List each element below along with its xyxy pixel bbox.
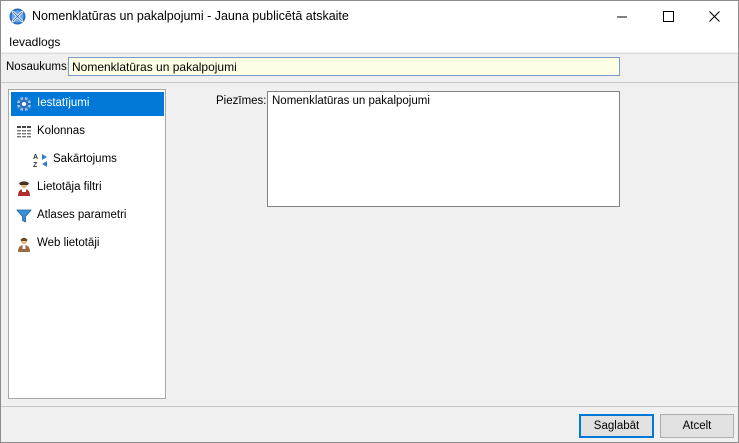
- name-input[interactable]: [68, 57, 620, 76]
- nav-item-kolonnas[interactable]: Kolonnas: [11, 120, 164, 144]
- nav-label: Atlases parametri: [37, 209, 127, 221]
- close-button[interactable]: [692, 1, 738, 32]
- nav-label: Sakārtojums: [53, 153, 117, 165]
- title-bar[interactable]: Nomenklatūras un pakalpojumi - Jauna pub…: [1, 1, 738, 32]
- nav-item-sakartojums[interactable]: A Z Sakārtojums: [11, 148, 164, 172]
- nav-label: Iestatījumi: [37, 97, 90, 109]
- nav-item-web-lietotaji[interactable]: Web lietotāji: [11, 232, 164, 256]
- nav-label: Web lietotāji: [37, 237, 100, 249]
- footer-divider: [1, 406, 738, 407]
- maximize-button[interactable]: [646, 1, 692, 32]
- columns-icon: [17, 126, 31, 138]
- gear-icon: [17, 97, 31, 111]
- maximize-icon: [663, 11, 674, 22]
- notes-label: Piezīmes:: [216, 95, 267, 107]
- funnel-icon: [16, 209, 32, 223]
- name-label: Nosaukums:: [6, 61, 70, 73]
- nav-item-iestatijumi[interactable]: Iestatījumi: [11, 92, 164, 116]
- cancel-button[interactable]: Atcelt: [660, 414, 734, 438]
- notes-textarea[interactable]: Nomenklatūras un pakalpojumi: [267, 91, 620, 207]
- menu-divider: [1, 53, 738, 54]
- nav-item-atlases-parametri[interactable]: Atlases parametri: [11, 204, 164, 228]
- settings-nav: Iestatījumi Kolonnas A Z Sakārtojums Lie…: [8, 89, 166, 399]
- nav-item-lietotaja-filtri[interactable]: Lietotāja filtri: [11, 176, 164, 200]
- minimize-button[interactable]: [600, 1, 646, 32]
- nav-label: Kolonnas: [37, 125, 85, 137]
- close-icon: [709, 11, 720, 22]
- globe-icon: [9, 8, 26, 25]
- header-divider: [1, 82, 738, 83]
- save-button[interactable]: Saglabāt: [579, 414, 654, 438]
- menu-bar: Ievadlogs: [1, 32, 738, 52]
- menu-item-ievadlogs[interactable]: Ievadlogs: [9, 35, 60, 49]
- app-window: Nomenklatūras un pakalpojumi - Jauna pub…: [0, 0, 739, 443]
- minimize-icon: [617, 16, 627, 18]
- svg-text:A: A: [33, 154, 38, 161]
- user-filter-icon: [18, 181, 30, 196]
- window-title: Nomenklatūras un pakalpojumi - Jauna pub…: [32, 9, 349, 23]
- svg-text:Z: Z: [33, 162, 38, 168]
- nav-label: Lietotāja filtri: [37, 181, 102, 193]
- web-user-icon: [18, 237, 30, 252]
- sort-az-icon: A Z: [33, 154, 47, 168]
